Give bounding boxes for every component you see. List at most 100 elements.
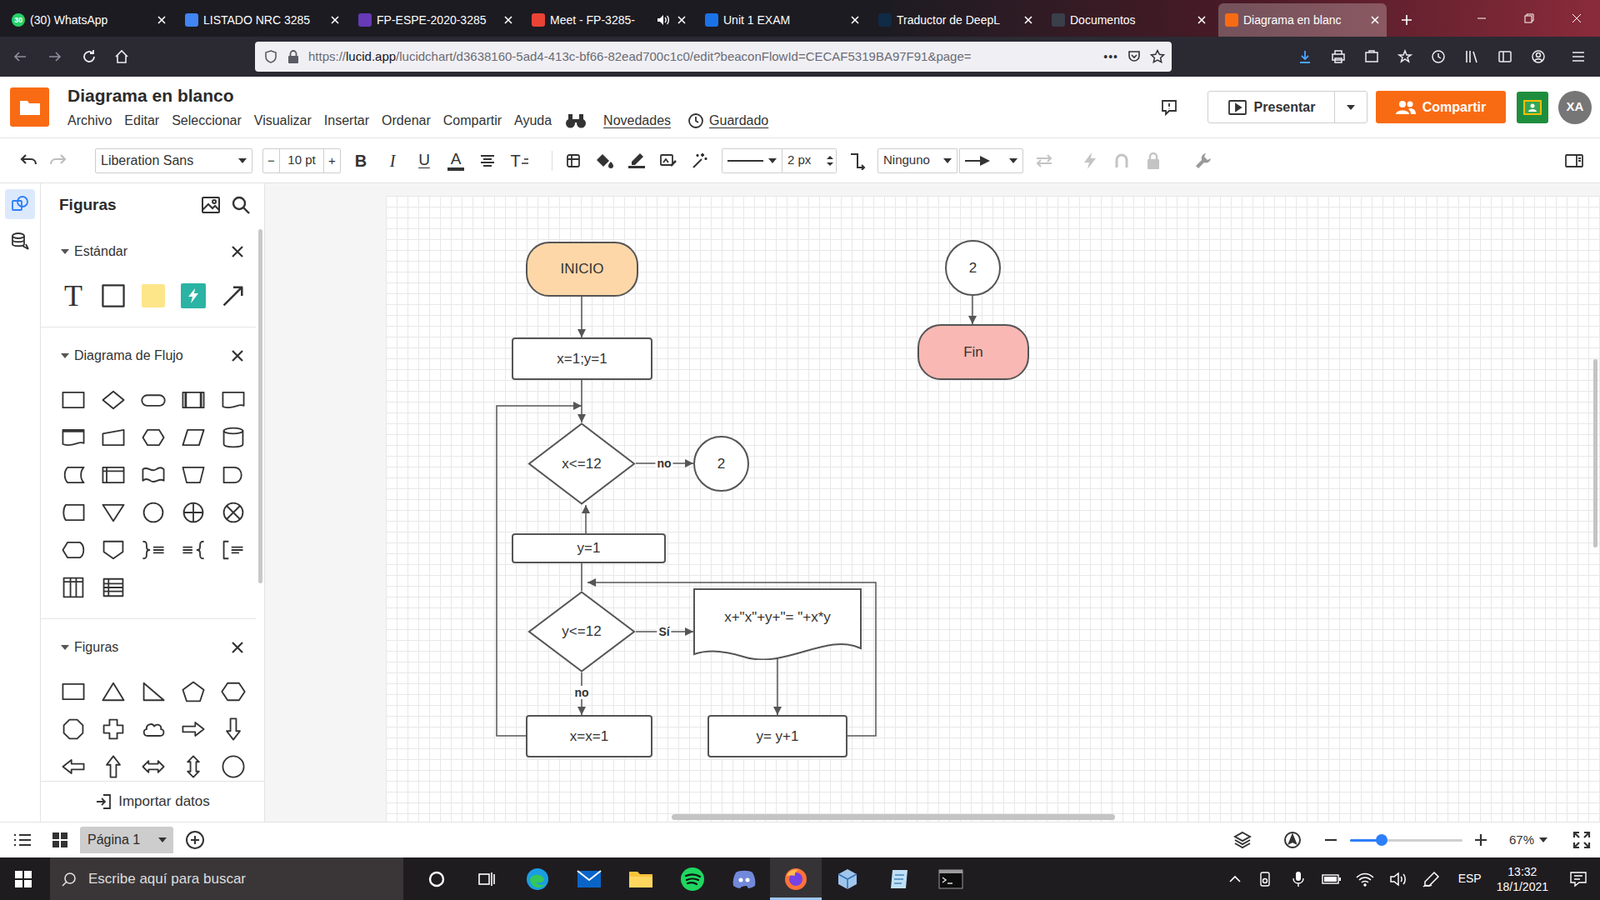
shape-tool[interactable] xyxy=(213,276,254,315)
shape-tool[interactable] xyxy=(213,380,254,419)
browser-tab[interactable]: Meet - FP-3285- xyxy=(525,3,694,37)
screenshot-button[interactable] xyxy=(1355,41,1389,72)
section-header[interactable]: Estándar xyxy=(40,235,256,269)
vertical-scrollbar[interactable] xyxy=(1593,359,1598,548)
search-icon[interactable] xyxy=(230,195,251,215)
container-button[interactable] xyxy=(557,145,590,176)
shape-tool[interactable] xyxy=(173,493,214,531)
horizontal-scrollbar[interactable] xyxy=(671,814,1115,820)
shape-tool[interactable] xyxy=(53,672,94,710)
page-actions-button[interactable]: ••• xyxy=(1103,48,1119,66)
page-list-button[interactable] xyxy=(10,827,35,853)
shape-tool[interactable] xyxy=(93,455,134,494)
import-data-button[interactable]: Importar datos xyxy=(40,780,265,822)
shape-tool[interactable] xyxy=(173,710,214,748)
shape-tool[interactable] xyxy=(173,747,214,781)
magic-button[interactable] xyxy=(684,145,716,176)
shape-tool[interactable] xyxy=(133,747,174,781)
show-hidden-icons[interactable] xyxy=(1221,857,1249,900)
shape-tool[interactable] xyxy=(93,493,134,531)
align-button[interactable] xyxy=(471,145,504,176)
shape-tool[interactable] xyxy=(173,530,214,569)
tray-battery[interactable] xyxy=(1315,857,1349,900)
flowchart-connector[interactable]: 2 xyxy=(693,435,750,492)
flowchart-process[interactable]: y=1 xyxy=(511,533,666,564)
shape-tool[interactable] xyxy=(93,747,134,781)
menu-item[interactable]: Ordenar xyxy=(381,111,431,130)
line-width-spinner[interactable]: 2 px xyxy=(782,148,837,174)
shape-tool[interactable] xyxy=(133,710,174,748)
line-start-dropdown[interactable]: Ninguno xyxy=(877,148,958,174)
shape-tool[interactable] xyxy=(53,455,94,494)
news-link[interactable]: Novedades xyxy=(603,111,671,130)
shape-tool[interactable] xyxy=(53,530,94,569)
flowchart-connector[interactable]: 2 xyxy=(945,240,1001,296)
shape-tool[interactable] xyxy=(173,380,214,419)
extension-button[interactable] xyxy=(1388,41,1422,72)
zoom-out-button[interactable] xyxy=(1320,830,1341,850)
undo-button[interactable] xyxy=(13,145,44,176)
shape-tool[interactable] xyxy=(93,380,134,419)
shape-tool[interactable] xyxy=(93,672,134,710)
close-window-button[interactable] xyxy=(1552,0,1600,37)
shape-tool[interactable] xyxy=(53,380,94,419)
menu-item[interactable]: Ayuda xyxy=(514,111,552,130)
zoom-dropdown[interactable]: 67% xyxy=(1509,830,1548,850)
taskbar-search-input[interactable] xyxy=(88,868,404,890)
shape-tool[interactable] xyxy=(213,530,254,569)
home-button[interactable] xyxy=(106,41,137,72)
edge-app[interactable] xyxy=(511,857,564,900)
italic-button[interactable]: I xyxy=(376,145,409,176)
zoom-knob[interactable] xyxy=(1375,834,1388,846)
pocket-icon[interactable] xyxy=(1126,49,1142,65)
browser-tab[interactable]: LISTADO NRC 3285 xyxy=(178,3,347,37)
lock-button[interactable] xyxy=(1137,145,1170,176)
flowchart-process[interactable]: x=x=1 xyxy=(525,715,653,758)
document-title[interactable]: Diagrama en blanco xyxy=(67,85,769,107)
fill-color-button[interactable] xyxy=(589,145,621,176)
shape-tool[interactable] xyxy=(213,455,254,494)
url[interactable]: https://lucid.app/lucidchart/d3638160-5a… xyxy=(308,47,1095,67)
shape-tool[interactable] xyxy=(93,568,134,606)
underline-button[interactable]: U xyxy=(408,145,440,176)
close-tab-icon[interactable] xyxy=(848,13,862,27)
close-section-icon[interactable] xyxy=(230,349,245,363)
shape-tool[interactable] xyxy=(213,493,254,531)
close-tab-icon[interactable] xyxy=(675,13,689,27)
saved-status[interactable]: Guardado xyxy=(709,111,769,130)
shape-tool[interactable] xyxy=(53,710,94,748)
tools-button[interactable] xyxy=(1187,145,1220,176)
tray-volume[interactable] xyxy=(1381,857,1415,900)
classroom-icon[interactable] xyxy=(1516,91,1549,124)
browser-tab[interactable]: Documentos xyxy=(1045,3,1214,37)
rail-button[interactable] xyxy=(5,226,35,257)
section-header[interactable]: Figuras xyxy=(40,630,256,665)
spotify-app[interactable] xyxy=(666,857,719,900)
file-explorer-app[interactable] xyxy=(615,857,667,900)
virtualbox-app[interactable] xyxy=(821,857,874,900)
tray-pen[interactable] xyxy=(1415,857,1449,900)
fullscreen-button[interactable] xyxy=(1569,827,1595,853)
close-tab-icon[interactable] xyxy=(328,13,342,27)
shape-tool[interactable] xyxy=(133,380,174,419)
reload-button[interactable] xyxy=(74,41,105,72)
actions-button[interactable] xyxy=(1074,145,1106,176)
present-button[interactable]: Presentar xyxy=(1208,91,1335,123)
binoculars-icon[interactable] xyxy=(565,112,587,130)
flowchart-process[interactable]: x=1;y=1 xyxy=(511,337,653,380)
add-page-button[interactable] xyxy=(184,829,206,851)
downloads-button[interactable] xyxy=(1288,41,1322,72)
flowchart-terminal[interactable]: INICIO xyxy=(525,241,639,297)
flowchart-decision[interactable]: y<=12 xyxy=(527,590,636,673)
present-dropdown[interactable] xyxy=(1335,91,1367,123)
menu-item[interactable]: Editar xyxy=(124,111,160,130)
terminal-app[interactable] xyxy=(925,857,977,900)
zoom-slider[interactable] xyxy=(1350,833,1463,847)
close-section-icon[interactable] xyxy=(230,640,245,655)
menu-item[interactable]: Compartir xyxy=(443,111,502,130)
swap-ends-button[interactable] xyxy=(1028,145,1060,176)
redo-button[interactable] xyxy=(43,145,74,176)
shape-tool[interactable] xyxy=(93,710,134,748)
restore-button[interactable] xyxy=(1505,0,1553,37)
tray-microphone[interactable] xyxy=(1281,857,1315,900)
